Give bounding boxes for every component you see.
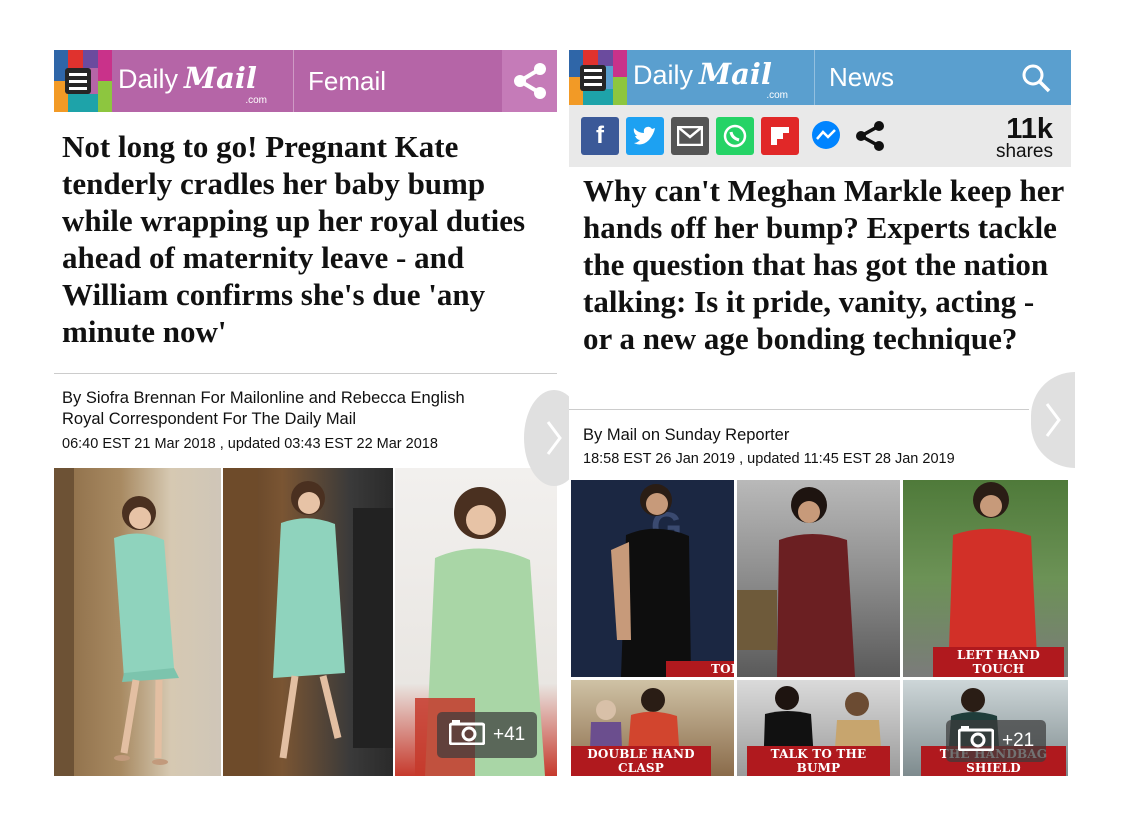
gallery-counter[interactable]: +21 [946,720,1047,762]
daily-mail-logo[interactable]: Daily Mail .com [627,50,815,105]
search-icon[interactable] [1001,50,1071,105]
email-icon[interactable] [671,117,709,155]
gallery-photo[interactable]: G TOP AND TOE HOLD [571,480,734,677]
share-bar: f 11k shares [569,105,1071,167]
menu-button[interactable] [54,50,112,112]
logo-mail-text: Mail [699,57,772,91]
publish-date: 06:40 EST 21 Mar 2018 , updated 03:43 ES… [62,436,438,452]
divider [569,409,1029,410]
share-count-number: 11k [1006,113,1053,145]
article-headline[interactable]: Why can't Meghan Markle keep her hands o… [583,172,1065,357]
logo-com-text: .com [766,90,788,101]
share-count-label: shares [995,141,1053,162]
photo-gallery[interactable]: G TOP AND TOE HOLD LEFT HAND TOUCH [571,480,1068,776]
photo-gallery[interactable]: +41 [54,468,557,776]
site-header: Daily Mail .com Femail [54,50,557,112]
gallery-photo[interactable]: TALK TO THE BUMP [737,680,900,776]
photo-caption: DOUBLE HAND CLASP [571,746,711,776]
share-count: 11k shares [995,113,1053,162]
gallery-photo[interactable]: DOUBLE HAND CLASP [571,680,734,776]
hamburger-icon [580,64,606,91]
article-panel-femail: Daily Mail .com Femail Not long to go! P… [54,50,557,776]
gallery-photo[interactable] [54,468,221,776]
photo-caption: LEFT HAND TOUCH [933,647,1064,677]
gallery-photo[interactable] [737,480,900,677]
section-title[interactable]: News [815,50,1001,105]
messenger-icon[interactable] [807,117,845,155]
gallery-photo[interactable] [223,468,393,776]
site-header: Daily Mail .com News [569,50,1071,105]
article-headline[interactable]: Not long to go! Pregnant Kate tenderly c… [62,128,552,350]
section-title[interactable]: Femail [294,50,502,112]
article-panel-news: Daily Mail .com News f 11k shares Why ca… [569,50,1071,776]
gallery-counter[interactable]: +41 [437,712,538,758]
menu-button[interactable] [569,50,627,105]
divider [54,373,557,374]
logo-mail-text: Mail [184,61,257,95]
logo-com-text: .com [245,95,267,106]
byline-line-1: By Siofra Brennan For Mailonline and Reb… [62,389,465,407]
gallery-count-text: +21 [1002,730,1035,751]
byline-line-2: Royal Correspondent For The Daily Mail [62,410,357,428]
twitter-icon[interactable] [626,117,664,155]
hamburger-icon [65,68,91,94]
camera-icon [957,725,995,757]
share-icon[interactable] [851,117,889,155]
logo-daily-text: Daily [633,60,694,90]
byline: By Siofra Brennan For Mailonline and Reb… [62,388,552,430]
gallery-photo[interactable]: LEFT HAND TOUCH [903,480,1068,677]
gallery-count-text: +41 [493,724,526,745]
facebook-icon[interactable]: f [581,117,619,155]
whatsapp-icon[interactable] [716,117,754,155]
camera-icon [448,719,486,751]
chevron-right-icon [1045,403,1061,437]
share-icon[interactable] [502,50,557,112]
photo-caption: TALK TO THE BUMP [747,746,890,776]
daily-mail-logo[interactable]: Daily Mail .com [112,50,294,112]
photo-caption: TOP AND TOE HOLD [666,661,734,677]
chevron-right-icon [546,421,562,455]
publish-date: 18:58 EST 26 Jan 2019 , updated 11:45 ES… [583,451,955,467]
logo-daily-text: Daily [118,64,179,94]
flipboard-icon[interactable] [761,117,799,155]
byline: By Mail on Sunday Reporter [583,426,790,444]
